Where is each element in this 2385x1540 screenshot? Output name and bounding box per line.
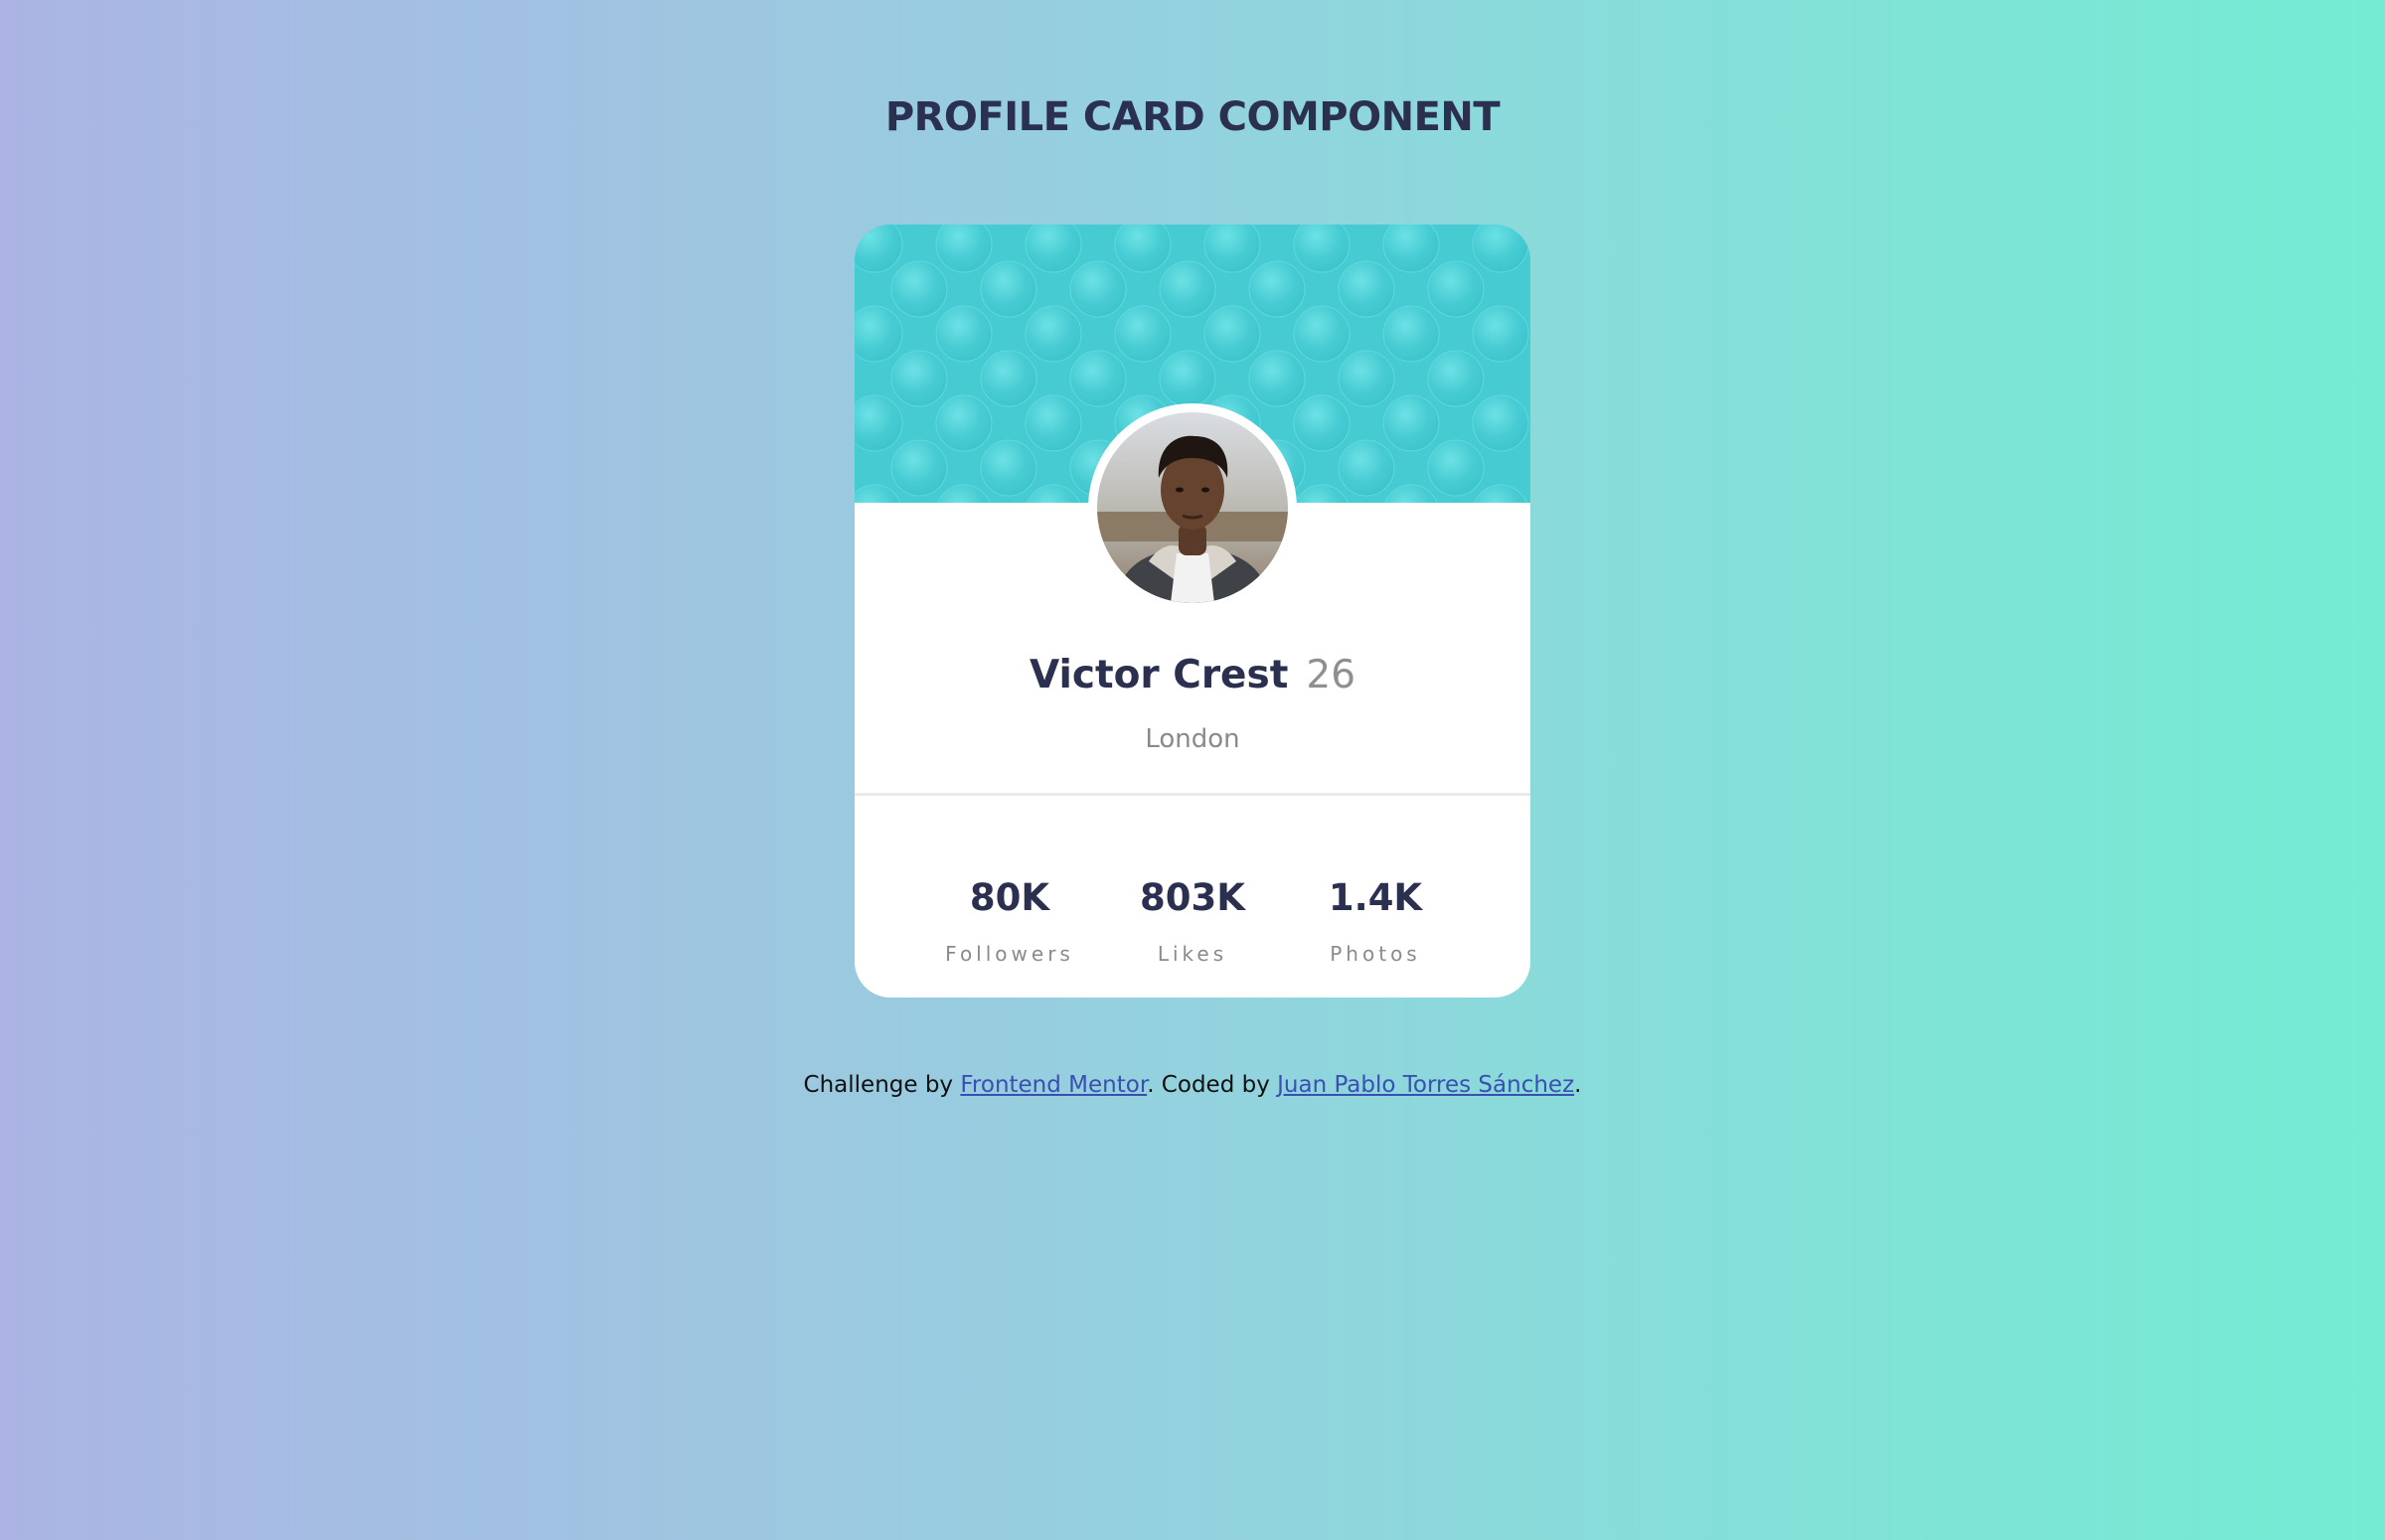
attribution-footer: Challenge by Frontend Mentor. Coded by J…	[0, 1067, 2385, 1103]
stats-row: 80K Followers 803K Likes 1.4K Photos	[855, 817, 1530, 976]
author-link[interactable]: Juan Pablo Torres Sánchez	[1277, 1072, 1574, 1098]
stat-label: Photos	[1330, 942, 1421, 966]
stat-likes: 803K Likes	[1093, 817, 1292, 970]
footer-suffix: .	[1574, 1072, 1582, 1098]
profile-name: Victor Crest	[1029, 653, 1289, 697]
page-title: PROFILE CARD COMPONENT	[884, 94, 1501, 140]
stat-followers: 80K Followers	[910, 817, 1109, 970]
stat-value: 1.4K	[1328, 876, 1423, 919]
profile-age: 26	[1306, 653, 1356, 697]
avatar	[1088, 403, 1297, 612]
profile-location: London	[1145, 724, 1240, 754]
frontend-mentor-link[interactable]: Frontend Mentor	[960, 1072, 1147, 1098]
stat-value: 803K	[1140, 876, 1245, 919]
name-row: Victor Crest 26	[855, 648, 1530, 710]
stat-photos: 1.4K Photos	[1276, 817, 1475, 970]
profile-photo-icon	[1097, 412, 1288, 603]
stat-value: 80K	[969, 876, 1050, 919]
footer-middle: . Coded by	[1147, 1072, 1278, 1098]
stat-label: Likes	[1157, 942, 1228, 966]
profile-card: Victor Crest 26 London 80K Followers 803K…	[855, 225, 1530, 998]
card-divider	[855, 793, 1530, 796]
footer-prefix: Challenge by	[803, 1072, 961, 1098]
stat-label: Followers	[945, 942, 1074, 966]
